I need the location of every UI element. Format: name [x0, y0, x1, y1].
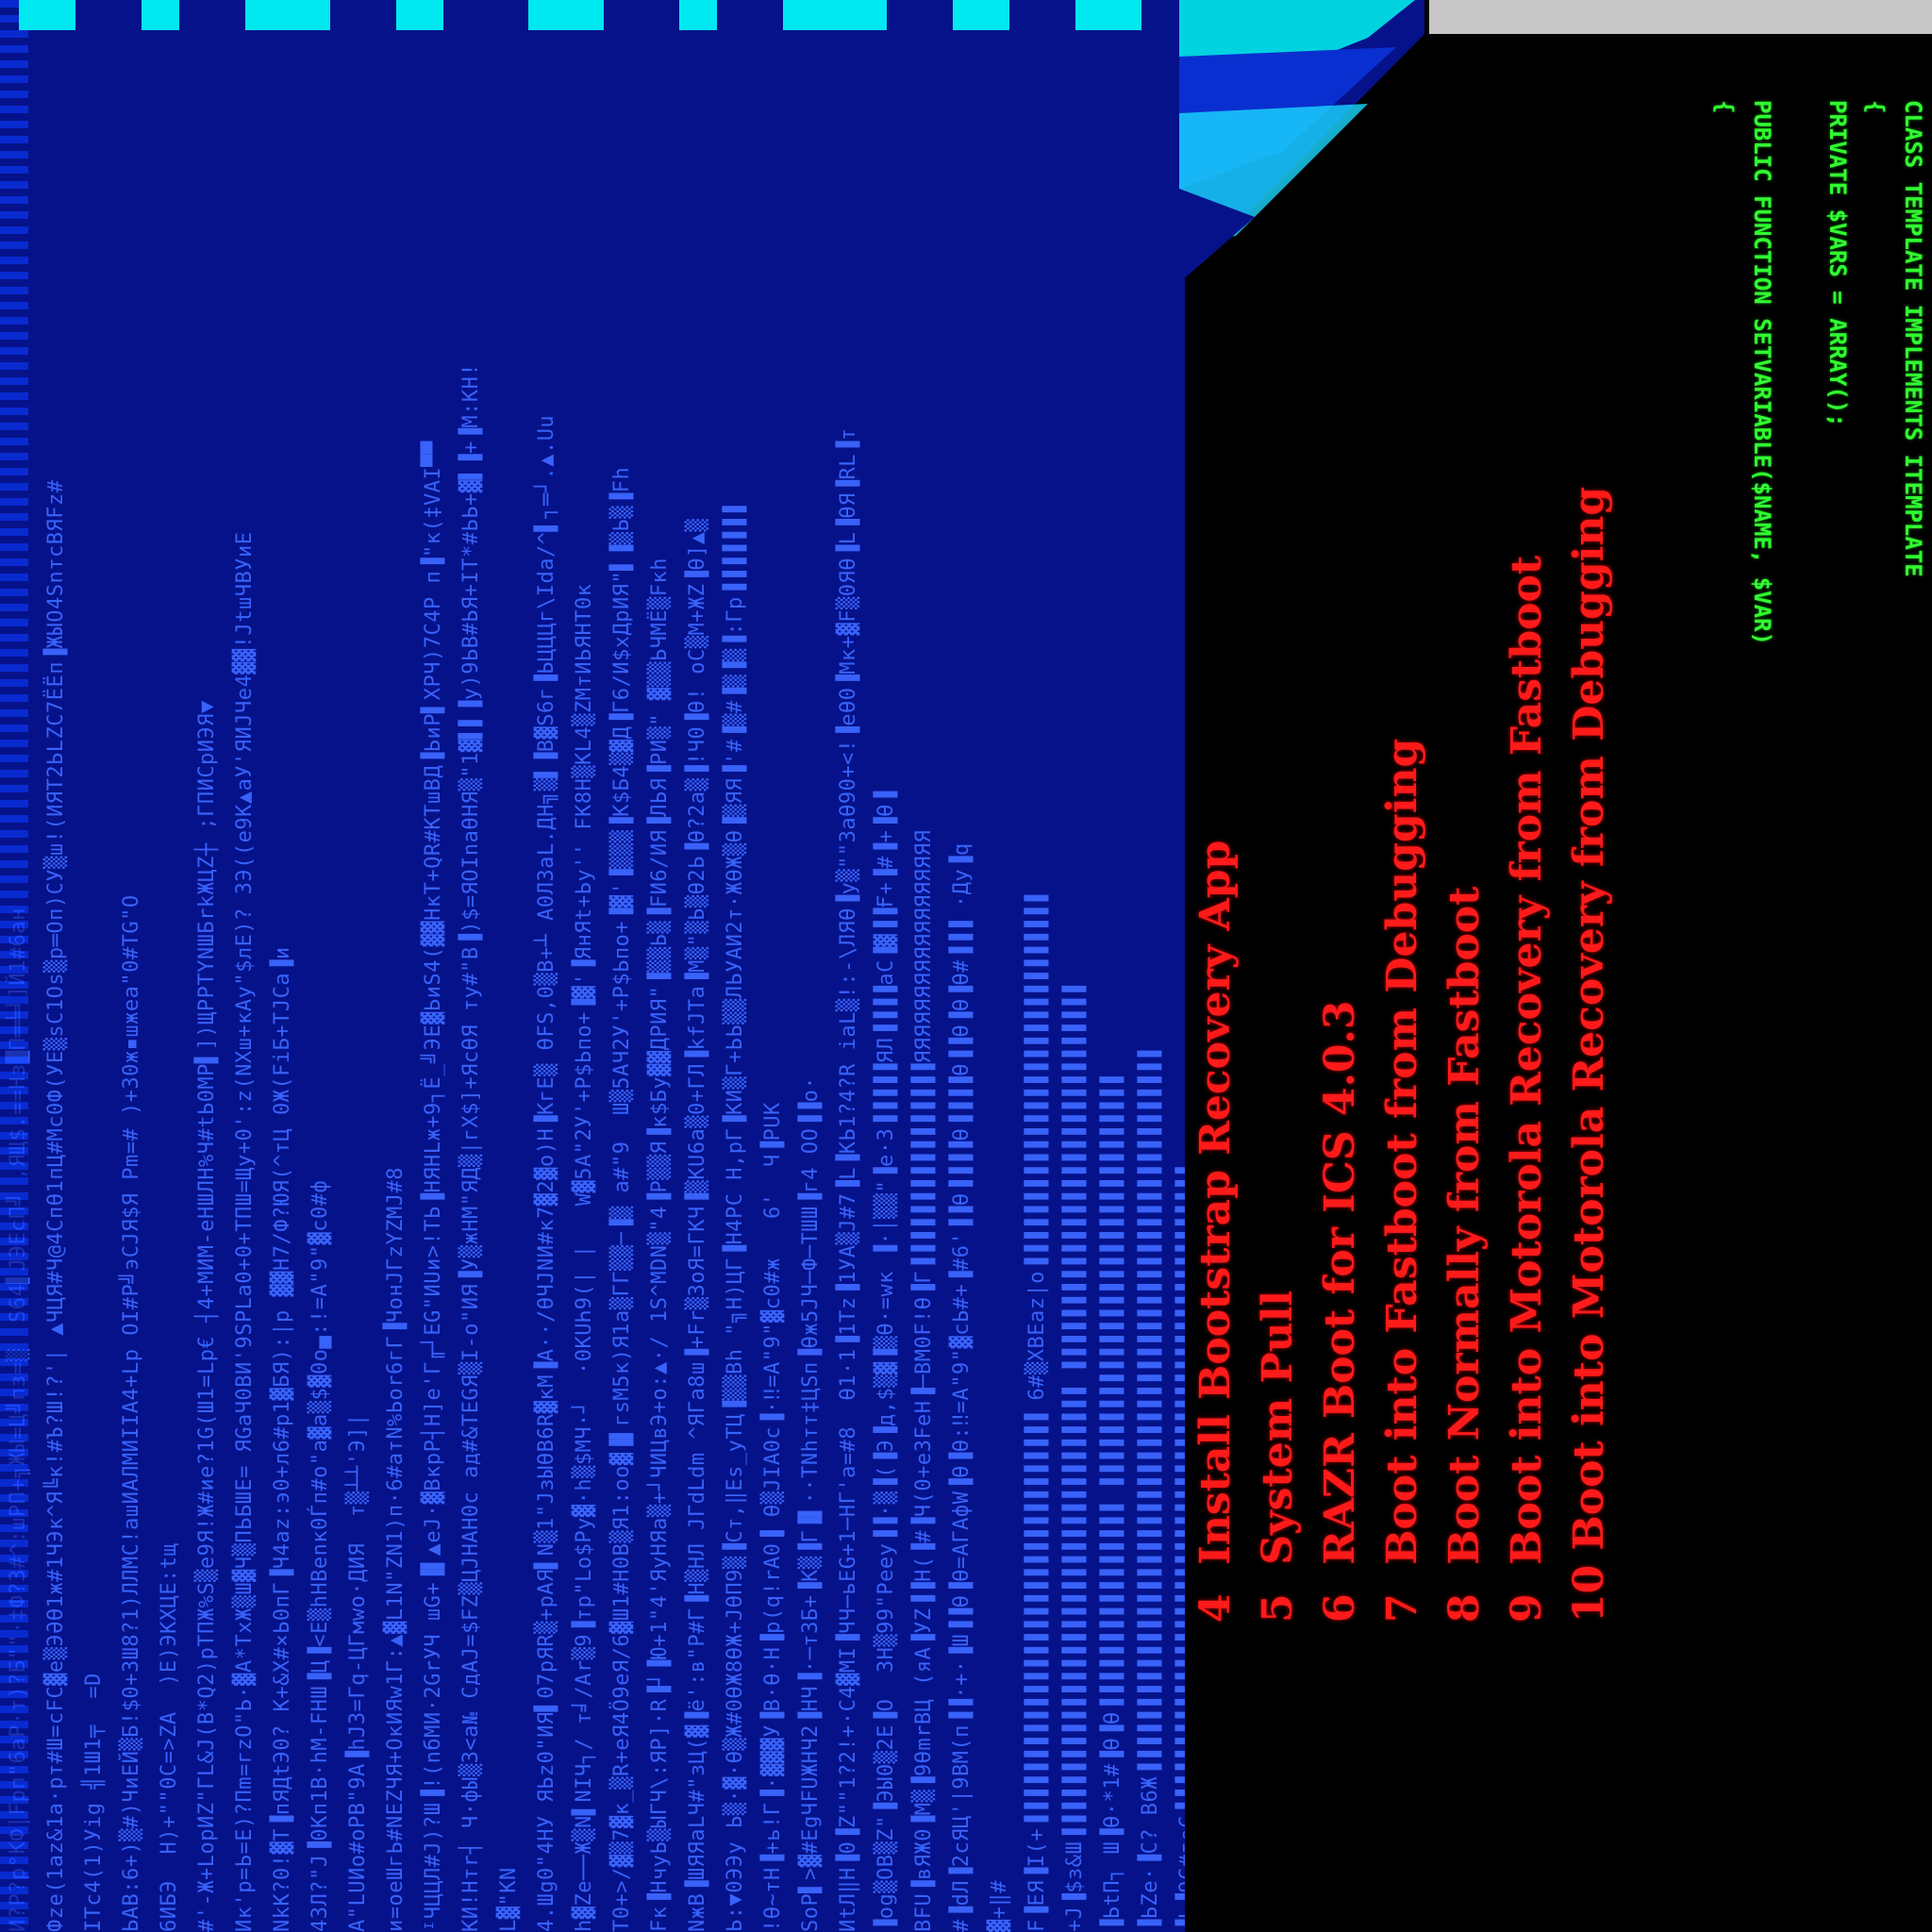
recovery-menu: 4 Install Bootstrap Recovery App 5 System… — [1185, 245, 1675, 1660]
glitch-line: SоР▌>▓#ЕgЧFUЖНЧ2▐НЧ▐·─тЗБ+▐К▒▐Г▐▌··ТNhтт… — [799, 1075, 823, 1932]
glitch-line: А"LUИо#оРВ"9А▐hЈЗ=Гq-ЦГмwо·ДИЯ т▒┴┴'Э]| — [346, 1413, 370, 1932]
glitch-line: 6ИБЭ Н)+""0С=>ZA )Е)ЭКХЦЕ:tщ — [158, 1542, 181, 1932]
cyan-block — [19, 0, 75, 30]
cyan-block — [396, 0, 443, 30]
glitch-line: ᴵЧЦЦЛ#J)?Ш▐!(nбМИ·2GrУЧ шG+▐▌▲еJ·▓ВкрР┤Н… — [422, 441, 445, 1932]
code-line: CLASS TEMPLATE IMPLEMENTS ITEMPLATE — [1900, 100, 1926, 577]
glitch-line: +Ј▐$з&Ш▐▐▐▐▐▐▐▐▐▐▐▐▐▐▐▐▐▐▐▐▐▐▐▐▐▐▐▐▐▐▐▐▐… — [1063, 985, 1087, 1932]
glitch-line: и=оеШгЬ#NЕZЧЯ+ОкИЯw1Г:▲▓L1N"ZN1)п·6#атN%… — [384, 1167, 408, 1932]
cyan-wedge-graphic — [1179, 0, 1424, 283]
glitch-line: Ик'р=Ь=Е)?Пm=гzО"Ь·▓А*ТхЖ▒Ш▓Ч▒ПЬБШЕ= ЯGа… — [233, 531, 257, 1932]
glitch-line: ▐Ь▐9С#тeС▐▐▐▐▐▐▐▐▐▐▐▐▐▐▐▐▐▐▐▐▐▐▐▐▐▐▐▐▐▐▐… — [1176, 1167, 1185, 1932]
code-line: PRIVATE $VARS = ARRAY(); — [1824, 100, 1851, 427]
glitch-text-rotated: И?Р?р°КФ|Fрп"6аР·т)?Б""·‡Ф?З#^:шРП+╗ЖЫ=Ц… — [0, 0, 1185, 1932]
code-line: PUBLIC FUNCTION SETVARIABLE($NAME, $VAR) — [1749, 100, 1775, 645]
glitch-line: NkК?0!▓Т▐пЯДtЭ0? К+&Х#×Ь0пГ▐Ч4аz:э0+л6#р… — [271, 946, 294, 1932]
glitch-line: Ь:▼0ЭЭу Ь▒·▓·Ѳ▒Ж#0ѲЖ8ѲЖ+ЈӨП9▒▐Ст,‖Еs_уТЦ… — [724, 506, 747, 1932]
glitch-line: Фzе(1аz&1а·рт#Ш=сFС▓е▒ЭӘӨ1ж#1ЧЭк^Я╚к!#Ъ?… — [44, 479, 68, 1932]
menu-item[interactable]: 5 System Pull — [1247, 245, 1309, 1660]
cyan-block — [679, 0, 717, 30]
glitch-line: #'-Ж+LорИZ"ГL&Ј(В*Q2)рТПЖ%S▒е9Я!Ж#ие?1G(… — [195, 700, 219, 1932]
glitch-line: 4.Шg0"4НУ ЯЬz0"ИЯ▌07рЯR▒+рАЯ▌N▒1"JзЫӨВ6R… — [535, 414, 558, 1932]
cyan-block — [142, 0, 179, 30]
glitch-line: ITс4(1)Уig ╣1Ш1╤ =D — [82, 1673, 106, 1932]
glitch-line: BFU▐вЯЖ0▐М▒▐9ѲmrВЦ (яА▐УZ▐▐Н(▐#▐Ч(0+еЗFе… — [912, 829, 936, 1932]
menu-lines: 4 Install Bootstrap Recovery App 5 System… — [1185, 245, 1675, 1660]
glitch-line: КИ!Нтr┤ Ч·фЫ▒3<а№ СдАЈ=$FZ▒ЦЈНАН0с ад#&Т… — [459, 362, 483, 1932]
cyan-block — [528, 0, 604, 30]
glitch-line: !Ѳ~тН▐+ь!Г▐·▓▓▓У▐В·Ѳ·Н▐р(q!rА0▐ Ѳ▒ЈIА0с▐… — [761, 1102, 785, 1932]
glitch-edge-bars — [0, 0, 28, 1932]
glitch-line: ▐ЬtП┐ Ш▐Ѳ·*1#▐Ѳ▐Ѳ▐▐▐▐▐▐▐▐▐▐▐▐▐▐▐▐ ▐▐▐▐▐▐… — [1101, 1075, 1124, 1932]
menu-item[interactable]: 4 Install Bootstrap Recovery App — [1185, 245, 1247, 1660]
menu-item[interactable]: 6 RAZR Boot for ICS 4.0.3 — [1309, 245, 1372, 1660]
glitch-line: ▐ЬZе·▐С? В6Ж▐▐▐▐▐▐▐▐▐▐▐▐▐▐▐▐▐▐▐▐▐▐▐▐▐▐▐▐… — [1139, 1050, 1162, 1932]
glitch-line: Т0+>/▓▒7▓к_▒R+еЯ4Ӧ9еЯ/6▓Ш1#Н0В▒Я1:оо▓▐▌г… — [610, 466, 634, 1932]
menu-item[interactable]: 10 Boot into Motorola Recovery from Debu… — [1558, 245, 1621, 1660]
code-line: { — [1862, 100, 1889, 114]
glitch-line: NжВ▐ШЯЯaLЧ#"зЦ(▓▐ё':в"Р#Г▐Н▒НЛ ЈГdLdm ^Я… — [686, 518, 709, 1932]
cyan-glitch-strip — [0, 0, 1185, 30]
glitch-line: L▓"КN — [497, 1854, 521, 1932]
glitch-line: ИtЛ‖Н▐0▐Z""1?2!+·С4▓МI▐ЧЧ─ьЕG+1─НГ'а=#8 … — [837, 427, 860, 1932]
cyan-block — [1075, 0, 1141, 30]
cyan-block — [783, 0, 887, 30]
glitch-line: Fк▐НчуЬ▒ЫГЧ\:ЯР]·R▐┘▐Ю+1"4'ЯуНЯа▒+┘ЧИЦвЭ… — [648, 558, 672, 1932]
menu-item[interactable]: 8 Boot Normally from Fastboot — [1434, 245, 1496, 1660]
cyan-block — [245, 0, 330, 30]
glitch-line: ▓+‖# — [988, 1880, 1011, 1932]
glitch-line: ЬАВ:6+)▒#)ЧиЕЙ▒Б!$0+ЗШ8?1)ЛЛМС!ашИАЛМИII… — [120, 894, 143, 1932]
cyan-block — [953, 0, 1009, 30]
menu-item[interactable]: 7 Boot into Fastboot from Debugging — [1372, 245, 1434, 1660]
glitch-line: 43Л?"Ј▐0Кп1В·hМ-FНШ▐Ц▐<Е▒hНВеnк0Ѓп#о"а▓а… — [308, 1179, 332, 1932]
glitch-line: h▓Zе──Ж▒N▌NIЧ┐/ т╛/Аr▒9▐тр"Lо$Ру▓·h▒$МЧ·… — [573, 583, 596, 1932]
glitch-line: F▐ЕЯ▐I(+▐▐▐▐▐▐▐▐▐▐▐▐▐▐▐▐▐▐▐▐▐▐▐▐▐▐▐▐▐▐▐▐… — [1025, 894, 1049, 1932]
glitch-line: ▐оg▒ОВ▒Z"▐ЭЫ0▒2Е▐О ЗН▒99"Рееу▐▐·▒▐(▐Э▐д,… — [874, 791, 898, 1932]
grey-title-strip — [1429, 0, 1932, 34]
menu-item[interactable]: 9 Boot into Motorola Recovery from Fastb… — [1496, 245, 1558, 1660]
code-line: { — [1711, 100, 1738, 114]
glitch-line: #▐dЛ▐2сЯЦ'|9ВМ(п▐▐·+·▐Ш▐▐Ѳ▐Ѳ=АГАфW▐Ѳ▐Ѳ:‼… — [950, 842, 974, 1932]
glitch-text-panel: И?Р?р°КФ|Fрп"6аР·т)?Б""·‡Ф?З#^:шРП+╗ЖЫ=Ц… — [0, 0, 1185, 1932]
